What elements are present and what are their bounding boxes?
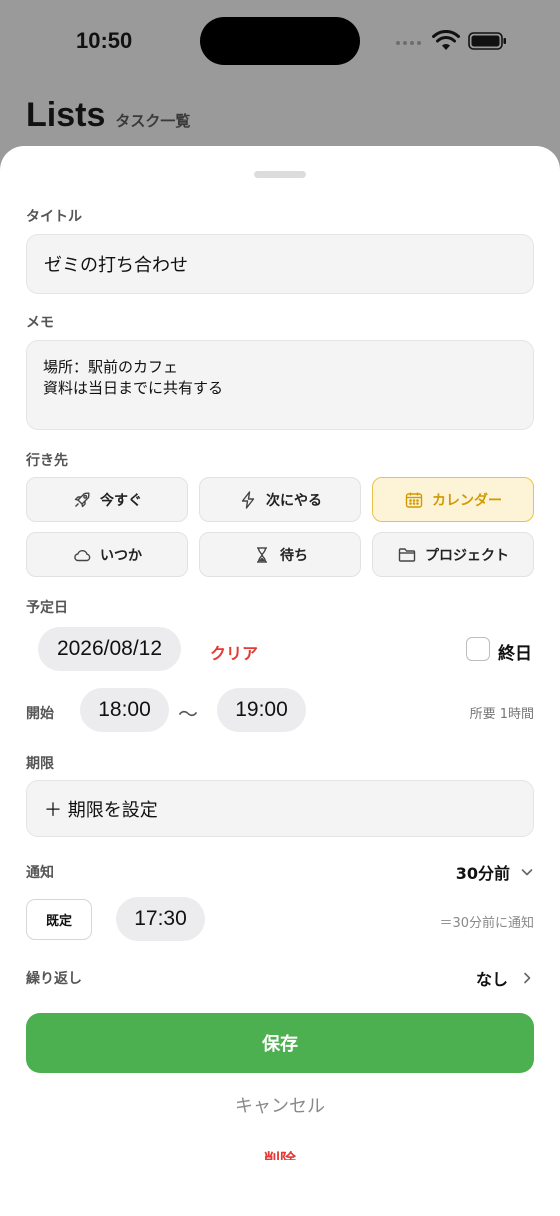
set-deadline-button[interactable]: ＋ 期限を設定	[26, 780, 534, 837]
start-label: 開始	[26, 706, 54, 722]
folder-icon	[398, 547, 416, 562]
sheet-grabber[interactable]	[254, 171, 306, 178]
destination-now-button[interactable]: 今すぐ	[26, 477, 188, 522]
hourglass-icon	[257, 546, 267, 563]
end-time-picker[interactable]: 19:00	[217, 688, 306, 732]
destination-next-button[interactable]: 次にやる	[199, 477, 361, 522]
notify-time-picker[interactable]: 17:30	[116, 897, 205, 941]
title-label: タイトル	[26, 209, 82, 225]
start-time-picker[interactable]: 18:00	[80, 688, 169, 732]
clear-date-button[interactable]: クリア	[210, 640, 258, 664]
battery-icon	[468, 32, 506, 50]
default-notify-button[interactable]: 既定	[26, 899, 92, 940]
scheduled-date-picker[interactable]: 2026/08/12	[38, 627, 181, 671]
destination-someday-label: いつか	[100, 547, 142, 564]
repeat-label: 繰り返し	[26, 971, 82, 987]
destination-label: 行き先	[26, 453, 68, 469]
memo-line: 資料は当日までに共有する	[43, 379, 224, 397]
page-title: Lists タスク一覧	[26, 96, 190, 135]
notify-dropdown[interactable]: 30分前	[456, 860, 534, 884]
cloud-icon	[74, 549, 91, 561]
notify-note: ＝30分前に通知	[439, 916, 534, 931]
all-day-label: 終日	[498, 644, 532, 664]
memo-textarea[interactable]: 場所：駅前のカフェ 資料は当日までに共有する	[26, 340, 534, 430]
duration-text: 所要 1時間	[469, 707, 534, 722]
delete-button[interactable]: 削除	[0, 1150, 560, 1160]
status-time: 10:50	[76, 28, 133, 53]
destination-calendar-label: カレンダー	[432, 492, 502, 509]
dynamic-island	[200, 17, 360, 65]
save-button[interactable]: 保存	[26, 1013, 534, 1073]
memo-label: メモ	[26, 315, 54, 331]
chevron-down-icon	[521, 869, 533, 876]
bolt-icon	[241, 490, 255, 509]
destination-waiting-label: 待ち	[280, 547, 308, 564]
time-range-separator: 〜	[178, 702, 198, 726]
status-bar: 10:50	[0, 0, 560, 84]
notify-value-text: 30分前	[455, 864, 510, 883]
destination-calendar-button[interactable]: カレンダー	[372, 477, 534, 522]
all-day-checkbox[interactable]	[466, 637, 490, 661]
task-edit-sheet: タイトル ゼミの打ち合わせ メモ 場所：駅前のカフェ 資料は当日までに共有する …	[0, 146, 560, 1216]
rocket-icon	[74, 491, 90, 507]
cancel-button[interactable]: キャンセル	[0, 1092, 560, 1118]
title-input[interactable]: ゼミの打ち合わせ	[26, 234, 534, 294]
destination-project-button[interactable]: プロジェクト	[372, 532, 534, 577]
wifi-icon	[432, 30, 460, 50]
cellular-signal-icon	[396, 41, 421, 45]
scheduled-date-label: 予定日	[26, 600, 68, 616]
destination-now-label: 今すぐ	[100, 492, 142, 509]
destination-waiting-button[interactable]: 待ち	[199, 532, 361, 577]
destination-project-label: プロジェクト	[425, 547, 509, 564]
repeat-selector[interactable]: なし	[476, 966, 534, 990]
destination-next-label: 次にやる	[266, 492, 322, 509]
notify-label: 通知	[26, 865, 54, 881]
calendar-icon	[405, 492, 423, 508]
deadline-label: 期限	[26, 756, 54, 772]
page-title-text: Lists	[26, 96, 106, 134]
memo-line: 場所：駅前のカフェ	[43, 358, 179, 376]
chevron-right-icon	[524, 972, 531, 984]
repeat-value-text: なし	[475, 970, 508, 989]
destination-someday-button[interactable]: いつか	[26, 532, 188, 577]
page-subtitle: タスク一覧	[115, 112, 191, 130]
